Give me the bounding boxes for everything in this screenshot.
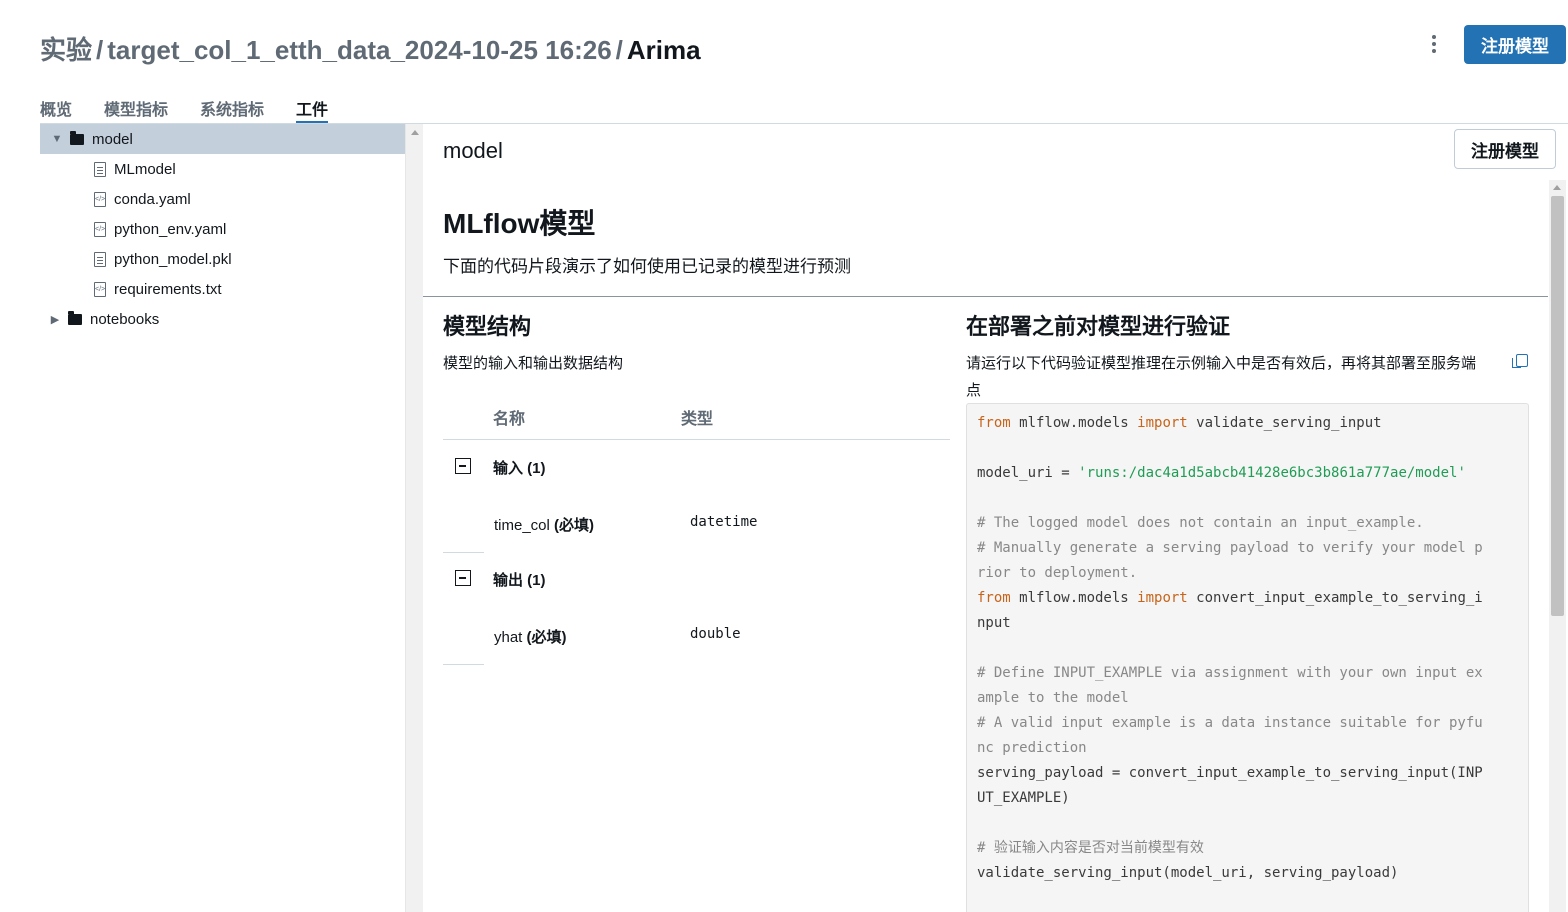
breadcrumb-separator: / — [615, 35, 623, 65]
register-model-button[interactable]: 注册模型 — [1464, 25, 1566, 64]
mlflow-model-heading: MLflow模型 — [443, 208, 596, 239]
file-code-icon: </> — [94, 191, 106, 207]
code-line: # Manually generate a serving payload to… — [977, 540, 1483, 556]
code-line: # 验证输入内容是否对当前模型有效 — [977, 840, 1204, 856]
caret-down-icon[interactable]: ▼ — [50, 133, 64, 145]
copy-icon[interactable] — [1512, 354, 1528, 368]
tree-item-label: model — [92, 130, 133, 148]
collapse-icon[interactable] — [455, 570, 471, 586]
breadcrumb-separator: / — [96, 35, 104, 65]
tree-item-label: python_model.pkl — [114, 250, 232, 268]
tree-item-model[interactable]: ▼ model — [40, 124, 405, 154]
tree-item-mlmodel[interactable]: MLmodel — [40, 154, 405, 184]
column-header-name: 名称 — [493, 411, 526, 428]
schema-table-header: 名称 类型 — [443, 390, 950, 440]
code-line: # The logged model does not contain an i… — [977, 515, 1424, 531]
tree-item-label: MLmodel — [114, 160, 176, 178]
code-line: ample to the model — [977, 690, 1129, 706]
schema-group-outputs: 输出 (1) — [443, 552, 950, 608]
inputs-group-label: 输入 (1) — [493, 460, 546, 477]
page-header: 实验 / target_col_1_etth_data_2024-10-25 16:… — [0, 0, 1568, 90]
tab-overview[interactable]: 概览 — [40, 92, 72, 124]
file-code-icon: </> — [94, 221, 106, 237]
validation-code-block[interactable]: from mlflow.models import validate_servi… — [966, 403, 1529, 912]
code-line: UT_EXAMPLE) — [977, 790, 1070, 806]
file-code-icon: </> — [94, 281, 106, 297]
column-header-type: 类型 — [681, 411, 714, 428]
field-type: double — [690, 626, 741, 642]
more-options-icon[interactable] — [1420, 30, 1448, 58]
code-line: from mlflow.models import convert_input_… — [977, 590, 1483, 606]
page-title: Arima — [626, 35, 701, 65]
breadcrumb-experiment-link[interactable]: target_col_1_etth_data_2024-10-25 16:26 — [107, 35, 611, 65]
tree-scrollbar[interactable] — [405, 124, 423, 912]
schema-field-row: yhat (必填) double — [443, 608, 950, 664]
code-line: validate_serving_input(model_uri, servin… — [977, 865, 1399, 881]
validate-description: 请运行以下代码验证模型推理在示例输入中是否有效后，再将其部署至服务端 点 — [966, 355, 1477, 399]
file-text-icon — [94, 251, 106, 267]
schema-group-inputs: 输入 (1) — [443, 440, 950, 496]
tree-item-python-model-pkl[interactable]: python_model.pkl — [40, 244, 405, 274]
artifact-tree: ▼ model MLmodel </> conda.yaml </> pytho… — [40, 124, 405, 912]
panel-scrollbar[interactable] — [1549, 180, 1566, 912]
code-line: model_uri = 'runs:/dac4a1d5abcb41428e6bc… — [977, 465, 1466, 481]
field-type: datetime — [690, 514, 758, 530]
artifact-detail-panel: model 注册模型 MLflow模型 下面的代码片段演示了如何使用已记录的模型… — [423, 124, 1568, 912]
tab-system-metrics[interactable]: 系统指标 — [200, 92, 264, 124]
tab-model-metrics[interactable]: 模型指标 — [104, 92, 168, 124]
field-name: yhat (必填) — [494, 629, 567, 646]
artifact-title: model — [443, 138, 503, 163]
tree-item-notebooks[interactable]: ▶ notebooks — [40, 304, 405, 334]
validate-heading: 在部署之前对模型进行验证 — [966, 314, 1231, 339]
tree-item-label: notebooks — [90, 310, 160, 328]
schema-heading: 模型结构 — [443, 314, 532, 339]
tree-item-requirements-txt[interactable]: </> requirements.txt — [40, 274, 405, 304]
code-line: # Define INPUT_EXAMPLE via assignment wi… — [977, 665, 1483, 681]
code-line: serving_payload = convert_input_example_… — [977, 765, 1483, 781]
tab-bar: 概览 模型指标 系统指标 工件 — [40, 92, 360, 124]
mlflow-model-description: 下面的代码片段演示了如何使用已记录的模型进行预测 — [443, 257, 851, 276]
tree-item-label: requirements.txt — [114, 280, 222, 298]
code-line: from mlflow.models import validate_servi… — [977, 415, 1382, 431]
scroll-up-icon[interactable] — [411, 130, 419, 135]
field-name: time_col (必填) — [494, 517, 595, 534]
row-divider — [443, 664, 484, 665]
code-line: rior to deployment. — [977, 565, 1138, 581]
schema-field-row: time_col (必填) datetime — [443, 496, 950, 552]
schema-description: 模型的输入和输出数据结构 — [443, 355, 624, 372]
folder-icon — [68, 310, 82, 325]
section-divider — [423, 296, 1548, 297]
code-line: # A valid input example is a data instan… — [977, 715, 1483, 731]
code-line: nc prediction — [977, 740, 1087, 756]
scroll-up-icon[interactable] — [1553, 185, 1561, 190]
breadcrumb: 实验 / target_col_1_etth_data_2024-10-25 16:… — [40, 30, 701, 67]
tree-item-label: conda.yaml — [114, 190, 191, 208]
scrollbar-thumb[interactable] — [1551, 196, 1564, 616]
tree-item-label: python_env.yaml — [114, 220, 227, 238]
outputs-group-label: 输出 (1) — [493, 572, 546, 589]
register-model-secondary-button[interactable]: 注册模型 — [1454, 129, 1556, 169]
folder-icon — [70, 130, 84, 145]
tab-artifacts[interactable]: 工件 — [296, 92, 329, 124]
collapse-icon[interactable] — [455, 458, 471, 474]
caret-right-icon[interactable]: ▶ — [48, 313, 62, 326]
breadcrumb-experiments-link[interactable]: 实验 — [40, 35, 92, 65]
tree-item-conda-yaml[interactable]: </> conda.yaml — [40, 184, 405, 214]
file-text-icon — [94, 161, 106, 177]
tree-item-python-env-yaml[interactable]: </> python_env.yaml — [40, 214, 405, 244]
code-line: nput — [977, 615, 1011, 631]
